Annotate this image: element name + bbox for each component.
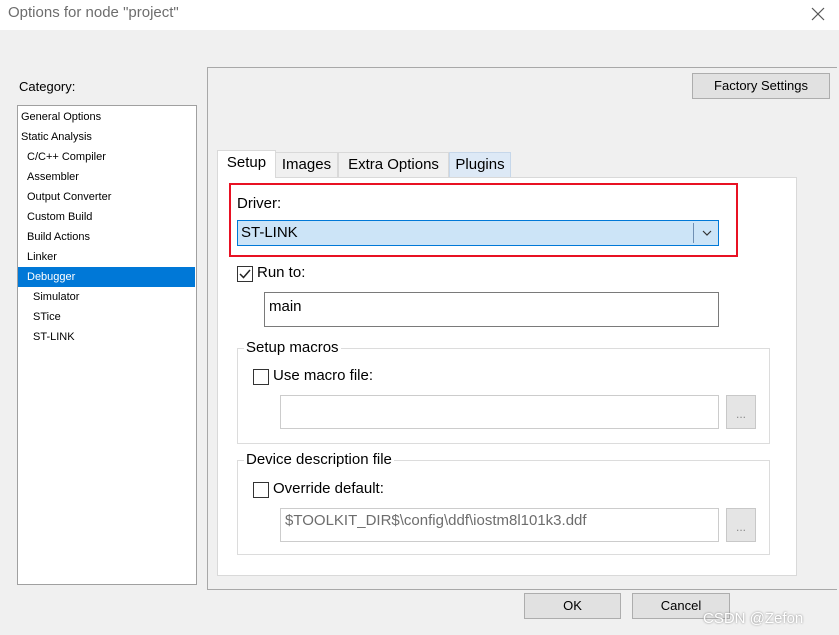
checkmark-icon — [239, 269, 251, 279]
macro-file-input[interactable] — [280, 395, 719, 429]
device-browse-button[interactable]: ... — [726, 508, 756, 542]
watermark: CSDN @Zefon — [703, 610, 804, 627]
category-list[interactable]: General Options Static Analysis C/C++ Co… — [17, 105, 197, 585]
factory-settings-button[interactable]: Factory Settings — [692, 73, 830, 99]
tab-plugins[interactable]: Plugins — [449, 152, 511, 177]
category-item-custom-build[interactable]: Custom Build — [18, 207, 195, 227]
driver-dropdown[interactable]: ST-LINK — [237, 220, 719, 246]
use-macro-label: Use macro file: — [273, 367, 374, 384]
category-item-st-link[interactable]: ST-LINK — [18, 327, 195, 347]
device-description-title: Device description file — [244, 451, 394, 468]
override-default-label: Override default: — [273, 480, 384, 497]
ok-button[interactable]: OK — [524, 593, 621, 619]
category-item-general-options[interactable]: General Options — [18, 107, 195, 127]
category-label: Category: — [19, 79, 76, 94]
tab-setup[interactable]: Setup — [217, 150, 276, 178]
tab-extra-options[interactable]: Extra Options — [338, 152, 449, 177]
category-item-linker[interactable]: Linker — [18, 247, 195, 267]
dropdown-divider — [693, 223, 694, 243]
category-item-static-analysis[interactable]: Static Analysis — [18, 127, 195, 147]
chevron-down-icon — [702, 230, 712, 236]
close-button[interactable] — [807, 3, 829, 25]
use-macro-checkbox[interactable] — [253, 369, 269, 385]
device-file-input[interactable]: $TOOLKIT_DIR$\config\ddf\iostm8l101k3.dd… — [280, 508, 719, 542]
category-item-build-actions[interactable]: Build Actions — [18, 227, 195, 247]
category-item-c-cpp-compiler[interactable]: C/C++ Compiler — [18, 147, 195, 167]
close-icon — [811, 7, 825, 21]
category-item-assembler[interactable]: Assembler — [18, 167, 195, 187]
category-item-stice[interactable]: STice — [18, 307, 195, 327]
override-default-checkbox[interactable] — [253, 482, 269, 498]
run-to-checkbox[interactable] — [237, 266, 253, 282]
run-to-label: Run to: — [257, 264, 306, 281]
category-item-debugger[interactable]: Debugger — [18, 267, 195, 287]
category-item-simulator[interactable]: Simulator — [18, 287, 195, 307]
macro-browse-button[interactable]: ... — [726, 395, 756, 429]
driver-label: Driver: — [237, 195, 282, 212]
window-title: Options for node "project" — [8, 4, 179, 21]
category-item-output-converter[interactable]: Output Converter — [18, 187, 195, 207]
setup-macros-title: Setup macros — [244, 339, 341, 356]
run-to-input[interactable]: main — [264, 292, 719, 327]
tab-images[interactable]: Images — [275, 152, 338, 177]
driver-value: ST-LINK — [241, 224, 298, 241]
